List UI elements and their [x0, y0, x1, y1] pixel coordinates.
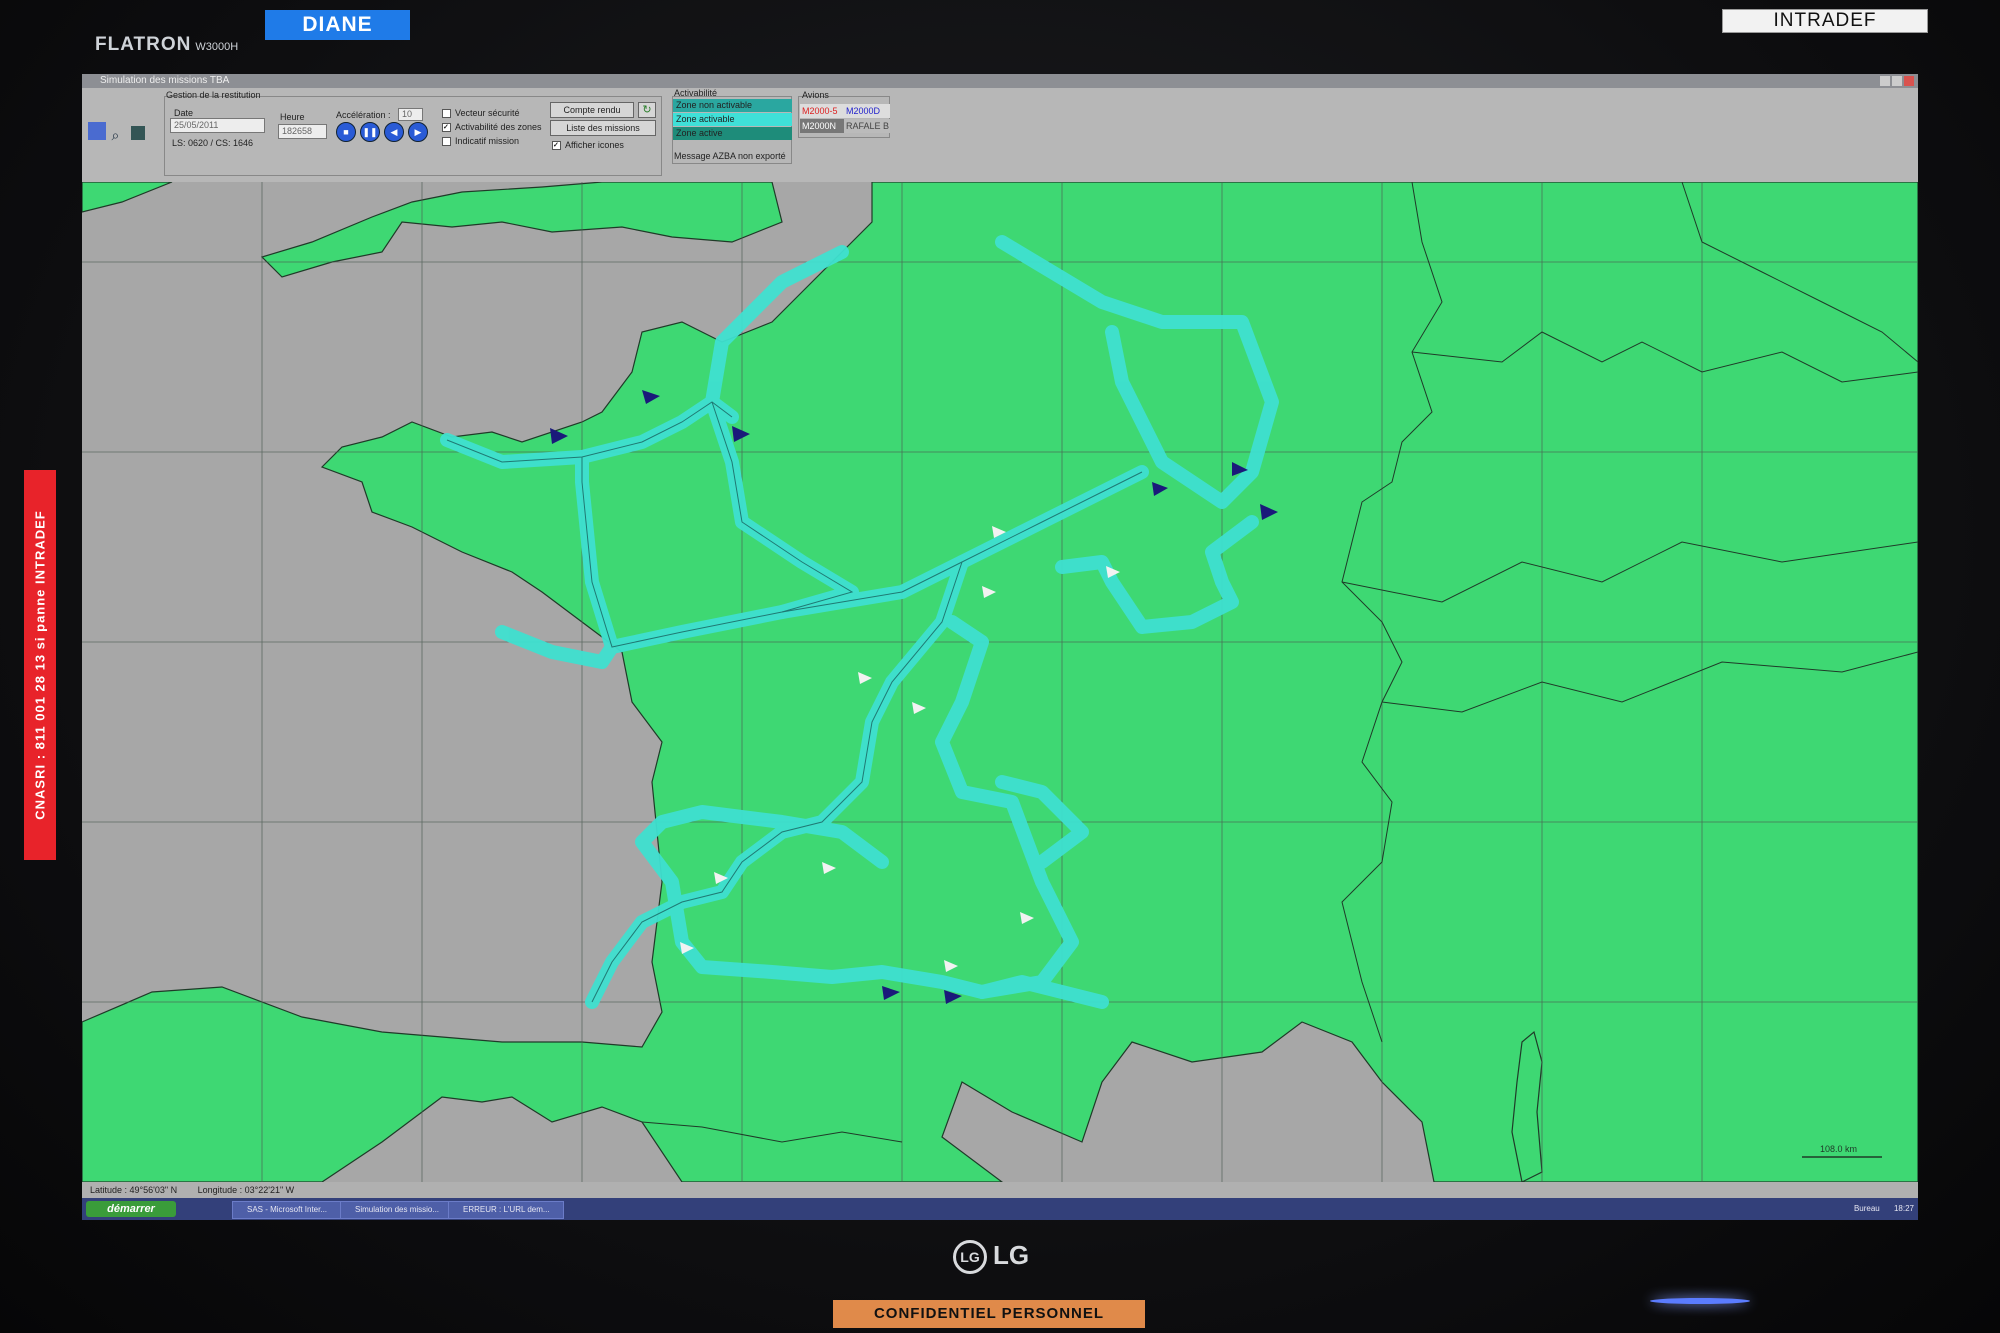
- task-simulation[interactable]: Simulation des missio...: [340, 1201, 456, 1219]
- power-led-icon: [1650, 1298, 1750, 1304]
- plane-m2000-5[interactable]: M2000-5: [800, 104, 846, 118]
- lg-logo-icon: LG: [953, 1240, 987, 1275]
- stop-button[interactable]: ■: [336, 122, 356, 142]
- rewind-button[interactable]: ◀: [384, 122, 404, 142]
- plane-rafale-b[interactable]: RAFALE B: [844, 119, 890, 133]
- indicatif-mission-box[interactable]: [442, 137, 451, 147]
- vecteur-securite-checkbox[interactable]: Vecteur sécurité: [442, 108, 520, 119]
- indicatif-mission-checkbox[interactable]: Indicatif mission: [442, 136, 519, 147]
- toolbar-tool-icons: ⌕: [88, 122, 146, 143]
- refresh-icon[interactable]: ↻: [638, 102, 656, 118]
- activabilite-zones-checkbox[interactable]: ✓ Activabilité des zones: [442, 122, 542, 133]
- sticker-diane: DIANE: [265, 10, 410, 40]
- plane-m2000n[interactable]: M2000N: [800, 119, 846, 133]
- play-button[interactable]: ▶: [408, 122, 428, 142]
- status-bar: Latitude : 49°56'03" N Longitude : 03°22…: [82, 1182, 1918, 1198]
- avions-title: Avions: [802, 90, 829, 100]
- activabilite-zones-box[interactable]: ✓: [442, 123, 451, 133]
- sticker-intradef: INTRADEF: [1722, 9, 1928, 33]
- screen: Simulation des missions TBA ⌕ Gestion de…: [82, 74, 1918, 1220]
- system-tray: Bureau 18:27: [1854, 1201, 1914, 1217]
- longitude-readout: Longitude : 03°22'21" W: [197, 1185, 295, 1195]
- sticker-confidentiel: CONFIDENTIEL PERSONNEL: [833, 1300, 1145, 1328]
- close-icon[interactable]: [1904, 76, 1914, 86]
- zone-active: Zone active: [673, 127, 792, 140]
- acceleration-field[interactable]: 10: [398, 108, 423, 121]
- afficher-icones-box[interactable]: ✓: [552, 141, 561, 151]
- azba-message: Message AZBA non exporté: [674, 151, 786, 161]
- activabilite-title: Activabilité: [674, 88, 718, 98]
- start-button[interactable]: démarrer: [86, 1201, 176, 1217]
- date-field[interactable]: 25/05/2011: [170, 118, 265, 133]
- plane-m2000d[interactable]: M2000D: [844, 104, 890, 118]
- liste-missions-button[interactable]: Liste des missions: [550, 120, 656, 136]
- minimize-icon[interactable]: [1880, 76, 1890, 86]
- maximize-icon[interactable]: [1892, 76, 1902, 86]
- compte-rendu-button[interactable]: Compte rendu: [550, 102, 634, 118]
- layers-icon[interactable]: [131, 126, 146, 140]
- bureau-label[interactable]: Bureau: [1854, 1204, 1880, 1213]
- grid-icon[interactable]: [88, 122, 106, 140]
- ls-cs-readout: LS: 0620 / CS: 1646: [172, 138, 254, 148]
- zone-activable: Zone activable: [673, 113, 792, 126]
- clock: 18:27: [1893, 1204, 1914, 1213]
- acceleration-label: Accélération :: [336, 110, 391, 120]
- taskbar: démarrer SAS - Microsoft Inter... Simula…: [82, 1198, 1918, 1220]
- sticker-support: CNASRI : 811 001 28 13 si panne INTRADEF: [24, 470, 56, 860]
- latitude-readout: Latitude : 49°56'03" N: [90, 1185, 178, 1195]
- zone-non-activable: Zone non activable: [673, 99, 792, 112]
- task-sas[interactable]: SAS - Microsoft Inter...: [232, 1201, 348, 1219]
- heure-field[interactable]: 182658: [278, 124, 327, 139]
- pause-button[interactable]: ❚❚: [360, 122, 380, 142]
- window-title: Simulation des missions TBA: [100, 75, 230, 86]
- lg-logo: LG LG: [953, 1240, 1029, 1275]
- date-label: Date: [174, 108, 194, 118]
- vecteur-securite-box[interactable]: [442, 109, 451, 119]
- heure-label: Heure: [280, 112, 305, 122]
- afficher-icones-checkbox[interactable]: ✓ Afficher icones: [552, 140, 624, 151]
- mission-map[interactable]: 108.0 km: [82, 182, 1918, 1182]
- scale-label: 108.0 km: [1820, 1144, 1857, 1154]
- restitution-group-title: Gestion de la restitution: [166, 90, 261, 100]
- monitor-brand: FLATRON W3000H: [95, 34, 239, 55]
- zoom-icon[interactable]: ⌕: [112, 127, 126, 143]
- toolbar: ⌕ Gestion de la restitution Date 25/05/2…: [82, 88, 1918, 184]
- window-titlebar: Simulation des missions TBA: [82, 74, 1918, 88]
- task-erreur[interactable]: ERREUR : L'URL dem...: [448, 1201, 564, 1219]
